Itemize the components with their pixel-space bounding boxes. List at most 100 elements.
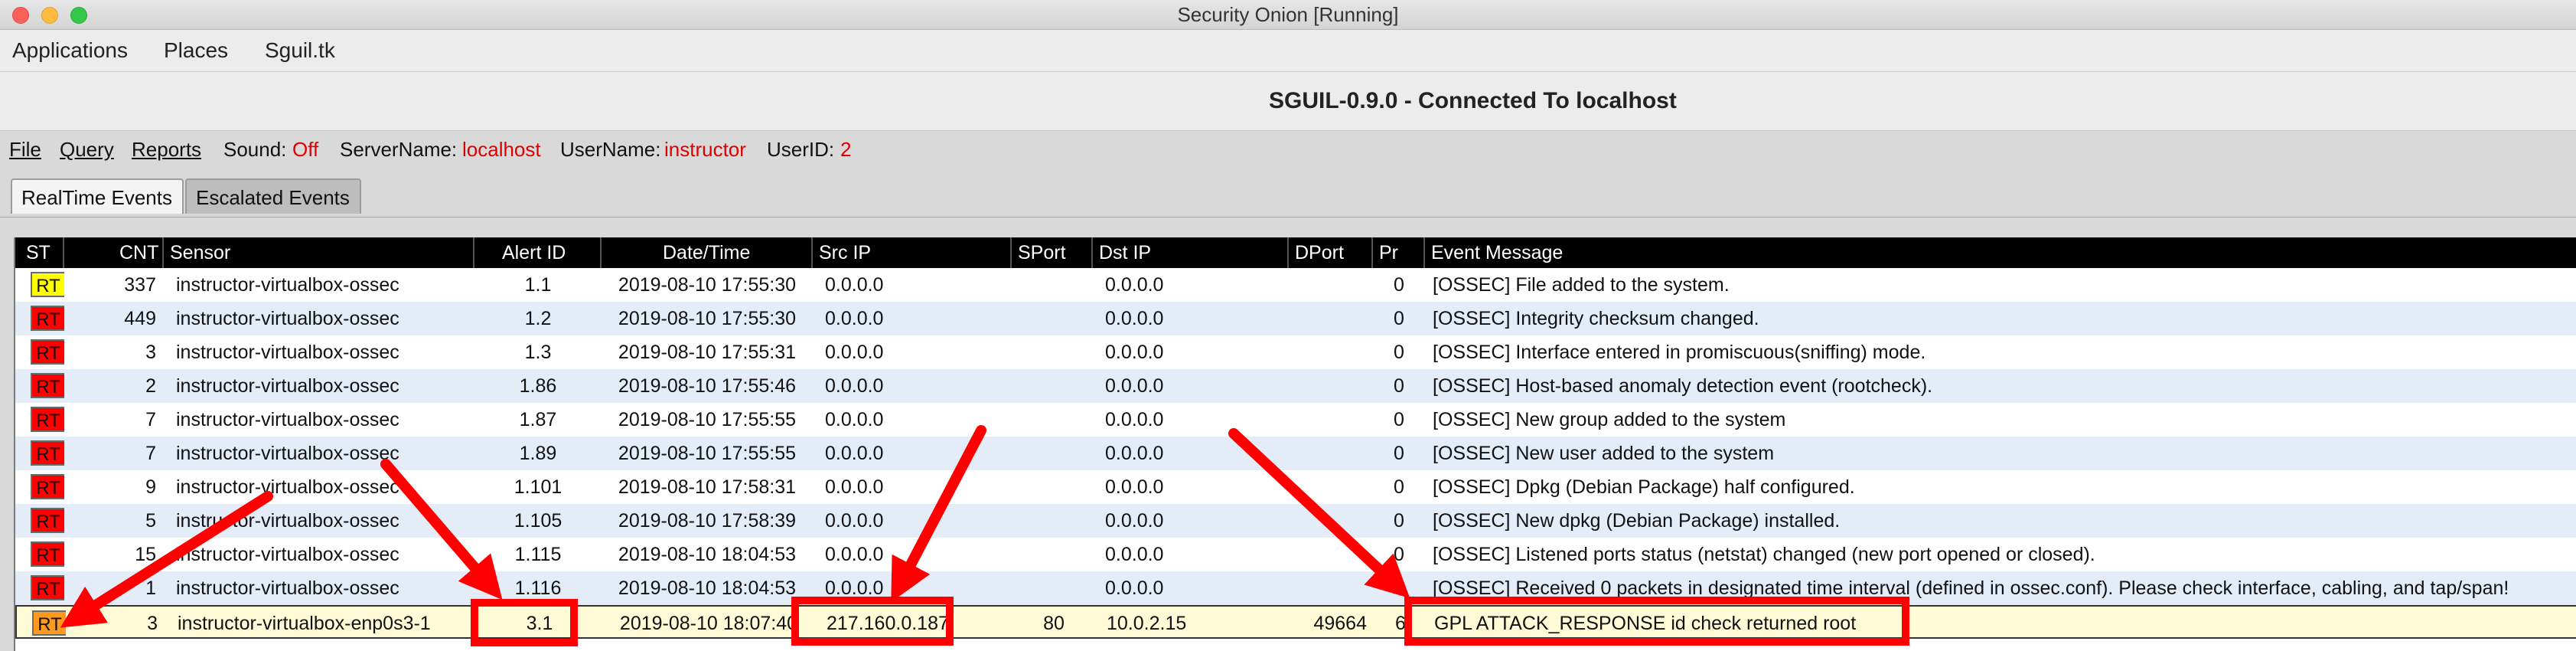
cell-dst-ip: 0.0.0.0 [1105, 577, 1164, 599]
status-badge[interactable]: RT [32, 610, 66, 636]
cell-alert-id: 1.101 [514, 476, 562, 498]
cell-event-message: GPL ATTACK_RESPONSE id check returned ro… [1434, 613, 1857, 634]
cell-src-ip: 0.0.0.0 [825, 375, 884, 397]
table-row[interactable]: RT 5 instructor-virtualbox-ossec 1.105 2019-… [15, 504, 2576, 538]
cell-src-port [1012, 335, 1093, 369]
cell-dst-ip: 0.0.0.0 [1105, 510, 1164, 532]
desktop-menu-bar: Applications Places Sguil.tk [0, 30, 2576, 72]
menu-places[interactable]: Places [164, 30, 228, 71]
cell-dst-port [1289, 268, 1373, 302]
cell-src-ip: 0.0.0.0 [825, 342, 884, 363]
cell-dst-ip: 0.0.0.0 [1105, 274, 1164, 296]
cell-dst-ip: 0.0.0.0 [1105, 308, 1164, 329]
cell-sensor: instructor-virtualbox-ossec [176, 577, 399, 599]
status-badge[interactable]: RT [31, 306, 64, 331]
cell-status: RT [15, 470, 64, 504]
tab-realtime-events[interactable]: RealTime Events [11, 178, 184, 214]
cell-count: 15 [135, 544, 156, 565]
cell-dst-port [1289, 369, 1373, 403]
cell-alert-id: 3.1 [526, 613, 553, 634]
status-badge[interactable]: RT [31, 272, 64, 297]
status-badge[interactable]: RT [31, 575, 64, 600]
cell-datetime: 2019-08-10 17:55:30 [618, 274, 797, 296]
table-row[interactable]: RT 449 instructor-virtualbox-ossec 1.2 2019-… [15, 302, 2576, 335]
column-header-st[interactable]: ST [15, 237, 64, 268]
column-header-dport[interactable]: DPort [1289, 237, 1373, 268]
status-badge[interactable]: RT [31, 440, 64, 466]
status-badge[interactable]: RT [31, 407, 64, 432]
status-badge[interactable]: RT [31, 541, 64, 567]
cell-event-message: [OSSEC] Integrity checksum changed. [1433, 308, 1759, 329]
cell-priority: 0 [1394, 544, 1404, 565]
column-header-dst-ip[interactable]: Dst IP [1093, 237, 1289, 268]
cell-src-ip: 0.0.0.0 [825, 510, 884, 532]
cell-sensor: instructor-virtualbox-ossec [176, 409, 399, 430]
cell-sensor: instructor-virtualbox-ossec [176, 443, 399, 464]
cell-count: 449 [124, 308, 156, 329]
status-badge[interactable]: RT [31, 508, 64, 533]
cell-alert-id: 1.2 [524, 308, 552, 329]
tab-escalated-events[interactable]: Escalated Events [185, 178, 361, 214]
cell-sensor: instructor-virtualbox-enp0s3-1 [178, 613, 431, 634]
menu-sguil-tk[interactable]: Sguil.tk [265, 30, 335, 71]
column-header-datetime[interactable]: Date/Time [602, 237, 813, 268]
table-row[interactable]: RT 337 instructor-virtualbox-ossec 1.1 2019-… [15, 268, 2576, 302]
column-header-sport[interactable]: SPort [1012, 237, 1093, 268]
cell-datetime: 2019-08-10 17:58:31 [618, 476, 797, 498]
column-header-event-message[interactable]: Event Message [1425, 237, 2576, 268]
menu-query[interactable]: Query [60, 131, 114, 168]
events-table: ST CNT Sensor Alert ID Date/Time Src IP … [14, 237, 2576, 651]
cell-event-message: [OSSEC] New user added to the system [1433, 443, 1775, 464]
column-header-sensor[interactable]: Sensor [164, 237, 474, 268]
cell-sensor: instructor-virtualbox-ossec [176, 476, 399, 498]
cell-datetime: 2019-08-10 17:55:55 [618, 409, 797, 430]
cell-datetime: 2019-08-10 17:58:39 [618, 510, 797, 532]
cell-datetime: 2019-08-10 18:04:53 [618, 577, 797, 599]
status-badge[interactable]: RT [31, 474, 64, 499]
table-row[interactable]: RT 15 instructor-virtualbox-ossec 1.115 2019… [15, 538, 2576, 571]
table-row[interactable]: RT 1 instructor-virtualbox-ossec 1.116 2019-… [15, 571, 2576, 605]
cell-count: 1 [145, 577, 156, 599]
cell-status: RT [15, 268, 64, 302]
sound-label: Sound: [223, 138, 287, 161]
menu-reports[interactable]: Reports [132, 131, 201, 168]
status-badge[interactable]: RT [31, 339, 64, 365]
cell-dst-port [1289, 571, 1373, 605]
cell-alert-id: 1.87 [519, 409, 557, 430]
menu-applications[interactable]: Applications [12, 30, 128, 71]
cell-priority: 0 [1394, 375, 1404, 397]
cell-src-port [1012, 369, 1093, 403]
cell-datetime: 2019-08-10 18:04:53 [618, 544, 797, 565]
menu-reports-label: Reports [132, 138, 202, 161]
column-header-alert-id[interactable]: Alert ID [474, 237, 602, 268]
sguil-menu-bar: File Query Reports Sound: Off ServerName… [0, 131, 2576, 168]
cell-event-message: [OSSEC] Received 0 packets in designated… [1433, 577, 2509, 599]
cell-src-ip: 0.0.0.0 [825, 443, 884, 464]
menu-file-label: File [9, 138, 41, 161]
table-row[interactable]: RT 7 instructor-virtualbox-ossec 1.87 2019-0… [15, 403, 2576, 437]
column-header-src-ip[interactable]: Src IP [813, 237, 1012, 268]
table-row[interactable]: RT 3 instructor-virtualbox-ossec 1.3 2019-08… [15, 335, 2576, 369]
sguil-window-title-bar: SGUIL-0.9.0 - Connected To localhost [0, 72, 2576, 131]
status-badge[interactable]: RT [31, 373, 64, 398]
table-row[interactable]: RT 2 instructor-virtualbox-ossec 1.86 2019-0… [15, 369, 2576, 403]
cell-status: RT [15, 335, 64, 369]
cell-count: 337 [124, 274, 156, 296]
cell-dst-port [1289, 470, 1373, 504]
user-id-label: UserID: [767, 138, 835, 161]
cell-src-port [1012, 268, 1093, 302]
column-header-cnt[interactable]: CNT [64, 237, 164, 268]
menu-file[interactable]: File [9, 131, 41, 168]
table-row[interactable]: RT 3 instructor-virtualbox-enp0s3-1 3.1 2019… [15, 605, 2576, 639]
cell-src-port [1012, 538, 1093, 571]
table-row[interactable]: RT 9 instructor-virtualbox-ossec 1.101 2019-… [15, 470, 2576, 504]
cell-datetime: 2019-08-10 17:55:55 [618, 443, 797, 464]
cell-priority: 0 [1394, 308, 1404, 329]
cell-datetime: 2019-08-10 17:55:30 [618, 308, 797, 329]
cell-count: 7 [145, 409, 156, 430]
cell-count: 5 [145, 510, 156, 532]
column-header-pr[interactable]: Pr [1373, 237, 1425, 268]
cell-alert-id: 1.89 [519, 443, 557, 464]
table-row[interactable]: RT 7 instructor-virtualbox-ossec 1.89 2019-0… [15, 437, 2576, 470]
cell-priority: 0 [1394, 274, 1404, 296]
